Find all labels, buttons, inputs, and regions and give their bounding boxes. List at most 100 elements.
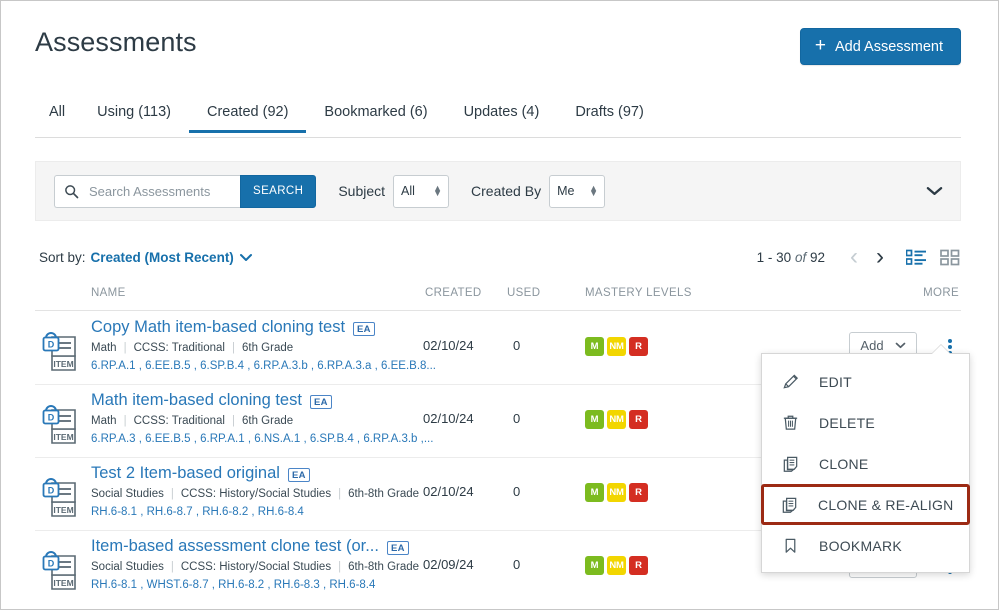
ea-badge: EA <box>310 395 332 409</box>
pagination-range: 1 - 30 <box>757 250 792 265</box>
table-header: NAME CREATED USED MASTERY LEVELS MORE <box>35 287 961 311</box>
row-meta: Math | CCSS: Traditional | 6th Grade <box>91 415 293 427</box>
row-meta: Social Studies | CCSS: History/Social St… <box>91 488 419 500</box>
search-input[interactable] <box>87 183 227 200</box>
menu-item-bookmark-label: BOOKMARK <box>819 538 902 554</box>
mastery-badge-m: M <box>585 337 604 356</box>
row-title-group: Copy Math item-based cloning test EA <box>91 318 375 337</box>
column-header-more: MORE <box>923 287 959 299</box>
row-grade: 6th-8th Grade <box>348 488 419 500</box>
grid-view-icon[interactable] <box>940 249 961 266</box>
assessment-title-link[interactable]: Copy Math item-based cloning test <box>91 318 345 337</box>
page-title: Assessments <box>35 27 197 58</box>
add-assessment-button[interactable]: + Add Assessment <box>800 28 961 65</box>
row-used-count: 0 <box>513 557 520 572</box>
row-mastery-levels: M NM R <box>585 483 648 502</box>
copy-icon <box>780 454 801 473</box>
meta-divider: | <box>232 415 235 427</box>
locked-item-document-icon: ITEM D <box>39 399 81 445</box>
row-title-group: Test 2 Item-based original EA <box>91 464 310 483</box>
meta-divider: | <box>338 488 341 500</box>
mastery-badge-r: R <box>629 337 648 356</box>
row-title-group: Item-based assessment clone test (or... … <box>91 537 409 556</box>
row-framework: CCSS: History/Social Studies <box>181 561 331 573</box>
trash-icon <box>780 413 801 432</box>
row-used-count: 0 <box>513 484 520 499</box>
sort-by-control[interactable]: Sort by: Created (Most Recent) <box>39 250 253 265</box>
column-header-name: NAME <box>91 287 126 299</box>
pencil-icon <box>780 372 801 391</box>
mastery-badge-nm: NM <box>607 410 626 429</box>
menu-item-bookmark[interactable]: BOOKMARK <box>762 525 969 566</box>
assessment-title-link[interactable]: Test 2 Item-based original <box>91 464 280 483</box>
mastery-badge-r: R <box>629 556 648 575</box>
row-framework: CCSS: Traditional <box>134 415 225 427</box>
search-group: SEARCH <box>54 175 316 208</box>
tab-bookmarked-label: Bookmarked (6) <box>324 104 427 120</box>
created-by-select[interactable]: Me ▲▼ <box>549 175 605 208</box>
row-meta: Social Studies | CCSS: History/Social St… <box>91 561 419 573</box>
locked-item-document-icon: ITEM D <box>39 472 81 518</box>
row-mastery-levels: M NM R <box>585 556 648 575</box>
list-view-icon[interactable] <box>906 249 927 266</box>
subject-select[interactable]: All ▲▼ <box>393 175 449 208</box>
row-used-count: 0 <box>513 411 520 426</box>
row-standards[interactable]: RH.6-8.1 , WHST.6-8.7 , RH.6-8.2 , RH.6-… <box>91 579 375 591</box>
locked-item-document-icon: ITEM D <box>39 545 81 591</box>
tab-bookmarked[interactable]: Bookmarked (6) <box>306 101 445 133</box>
svg-text:ITEM: ITEM <box>53 505 73 515</box>
row-title-group: Math item-based cloning test EA <box>91 391 332 410</box>
column-header-used: USED <box>507 287 540 299</box>
search-icon <box>64 184 79 199</box>
row-standards[interactable]: 6.RP.A.3 , 6.EE.B.5 , 6.RP.A.1 , 6.NS.A.… <box>91 433 433 445</box>
menu-item-clone-label: CLONE <box>819 456 868 472</box>
ea-badge: EA <box>288 468 310 482</box>
row-created-date: 02/09/24 <box>423 557 474 572</box>
search-button[interactable]: SEARCH <box>240 175 316 208</box>
menu-item-edit-label: EDIT <box>819 374 852 390</box>
tabs-divider <box>35 137 961 138</box>
mastery-badge-nm: NM <box>607 337 626 356</box>
add-label: Add <box>860 338 883 353</box>
meta-divider: | <box>124 415 127 427</box>
menu-item-edit[interactable]: EDIT <box>762 361 969 402</box>
assessment-title-link[interactable]: Item-based assessment clone test (or... <box>91 537 379 556</box>
tab-using[interactable]: Using (113) <box>79 101 189 133</box>
mastery-badge-nm: NM <box>607 483 626 502</box>
column-header-created: CREATED <box>425 287 482 299</box>
menu-item-delete[interactable]: DELETE <box>762 402 969 443</box>
meta-divider: | <box>338 561 341 573</box>
copy-icon <box>779 495 800 514</box>
tab-all[interactable]: All <box>35 101 79 133</box>
menu-item-clone-and-realign-label: CLONE & RE-ALIGN <box>818 497 953 513</box>
tab-drafts[interactable]: Drafts (97) <box>557 101 662 133</box>
tab-created[interactable]: Created (92) <box>189 101 306 133</box>
menu-item-delete-label: DELETE <box>819 415 875 431</box>
expand-filters-chevron-down-icon[interactable] <box>925 185 944 197</box>
menu-item-clone[interactable]: CLONE <box>762 443 969 484</box>
mastery-badge-r: R <box>629 483 648 502</box>
search-button-label: SEARCH <box>253 185 303 197</box>
mastery-badge-m: M <box>585 556 604 575</box>
assessment-title-link[interactable]: Math item-based cloning test <box>91 391 302 410</box>
pagination-total: 92 <box>810 250 825 265</box>
chevron-right-icon[interactable]: › <box>867 245 893 269</box>
pagination-of: of <box>795 250 806 265</box>
row-standards[interactable]: 6.RP.A.1 , 6.EE.B.5 , 6.SP.B.4 , 6.RP.A.… <box>91 360 436 372</box>
plus-icon: + <box>815 36 826 55</box>
subject-value: All <box>401 184 415 198</box>
ea-badge: EA <box>387 541 409 555</box>
row-meta: Math | CCSS: Traditional | 6th Grade <box>91 342 293 354</box>
tab-updates[interactable]: Updates (4) <box>446 101 558 133</box>
chevron-left-icon[interactable]: ‹ <box>841 245 867 269</box>
menu-item-clone-and-realign[interactable]: CLONE & RE-ALIGN <box>761 484 970 525</box>
row-mastery-levels: M NM R <box>585 337 648 356</box>
svg-text:ITEM: ITEM <box>53 578 73 588</box>
chevron-down-icon <box>895 342 906 349</box>
mastery-badge-nm: NM <box>607 556 626 575</box>
row-used-count: 0 <box>513 338 520 353</box>
row-standards[interactable]: RH.6-8.1 , RH.6-8.7 , RH.6-8.2 , RH.6-8.… <box>91 506 304 518</box>
search-box[interactable] <box>54 175 240 208</box>
ea-badge: EA <box>353 322 375 336</box>
tab-created-label: Created (92) <box>207 104 288 120</box>
